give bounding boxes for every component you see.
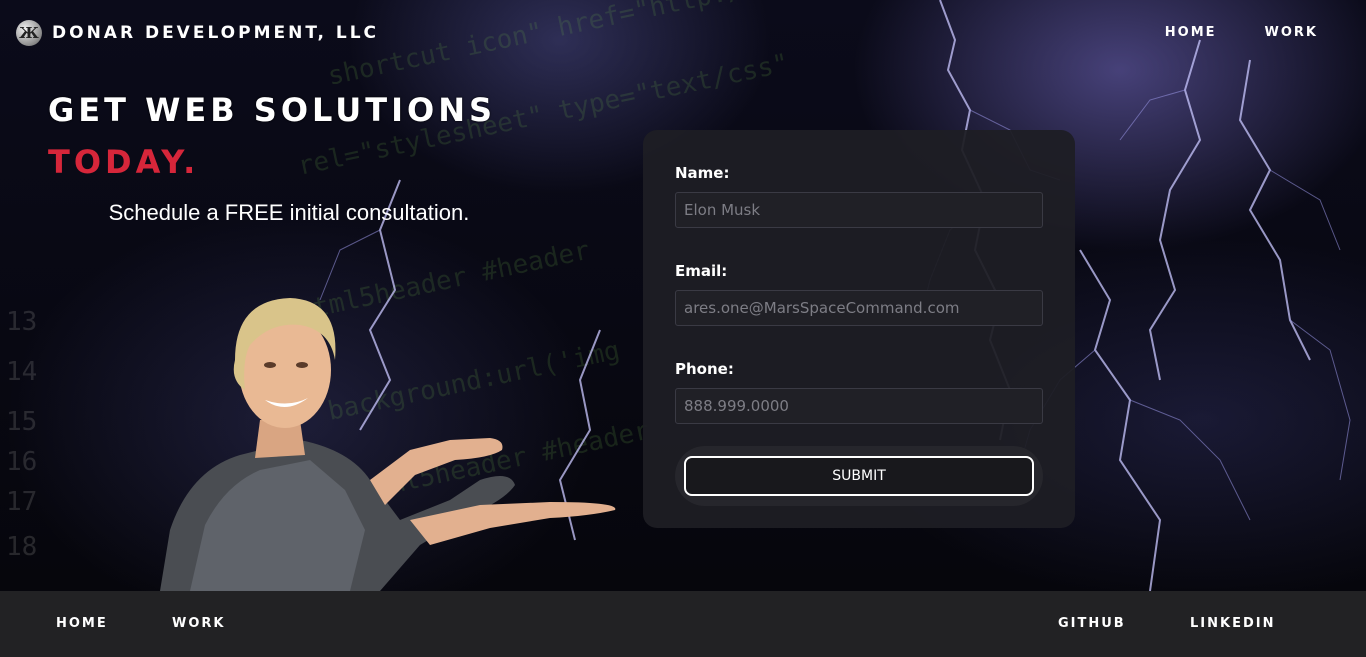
nav-home-link[interactable]: HOME [1165,25,1217,40]
name-label: Name: [675,164,730,182]
svg-text:15: 15 [6,407,37,437]
svg-text:18: 18 [6,532,37,562]
email-field[interactable] [675,290,1043,326]
email-label: Email: [675,262,728,280]
footer-github-link[interactable]: GITHUB [1058,616,1126,631]
submit-button[interactable]: SUBMIT [684,456,1034,496]
svg-text:14: 14 [6,357,37,387]
headline-line-2: TODAY. [48,143,200,181]
hero-subline: Schedule a FREE initial consultation. [108,200,470,225]
nav-work-link[interactable]: WORK [1265,25,1318,40]
svg-text:16: 16 [6,447,37,477]
svg-text:13: 13 [6,307,37,337]
phone-label: Phone: [675,360,734,378]
footer-linkedin-link[interactable]: LINKEDIN [1190,616,1275,631]
footer-home-link[interactable]: HOME [56,616,108,631]
footer-work-link[interactable]: WORK [172,616,225,631]
svg-text:shortcut icon" href="http://lo: shortcut icon" href="http://localhost [325,0,898,92]
consultation-form: Name: Email: Phone: SUBMIT [643,130,1075,528]
phone-field[interactable] [675,388,1043,424]
top-nav: HOME WORK [1165,25,1318,40]
brand-name: DONAR DEVELOPMENT, LLC [52,23,380,43]
pointing-woman-image [160,298,616,591]
footer: HOME WORK GITHUB LINKEDIN [0,591,1366,657]
svg-text:17: 17 [6,487,37,517]
hero-headline: GET WEB SOLUTIONS TODAY. [48,92,496,180]
brand[interactable]: Ж DONAR DEVELOPMENT, LLC [16,18,379,48]
submit-container: SUBMIT [675,446,1043,506]
name-field[interactable] [675,192,1043,228]
headline-line-1: GET WEB SOLUTIONS [48,91,497,129]
brand-logo-icon: Ж [16,20,42,46]
